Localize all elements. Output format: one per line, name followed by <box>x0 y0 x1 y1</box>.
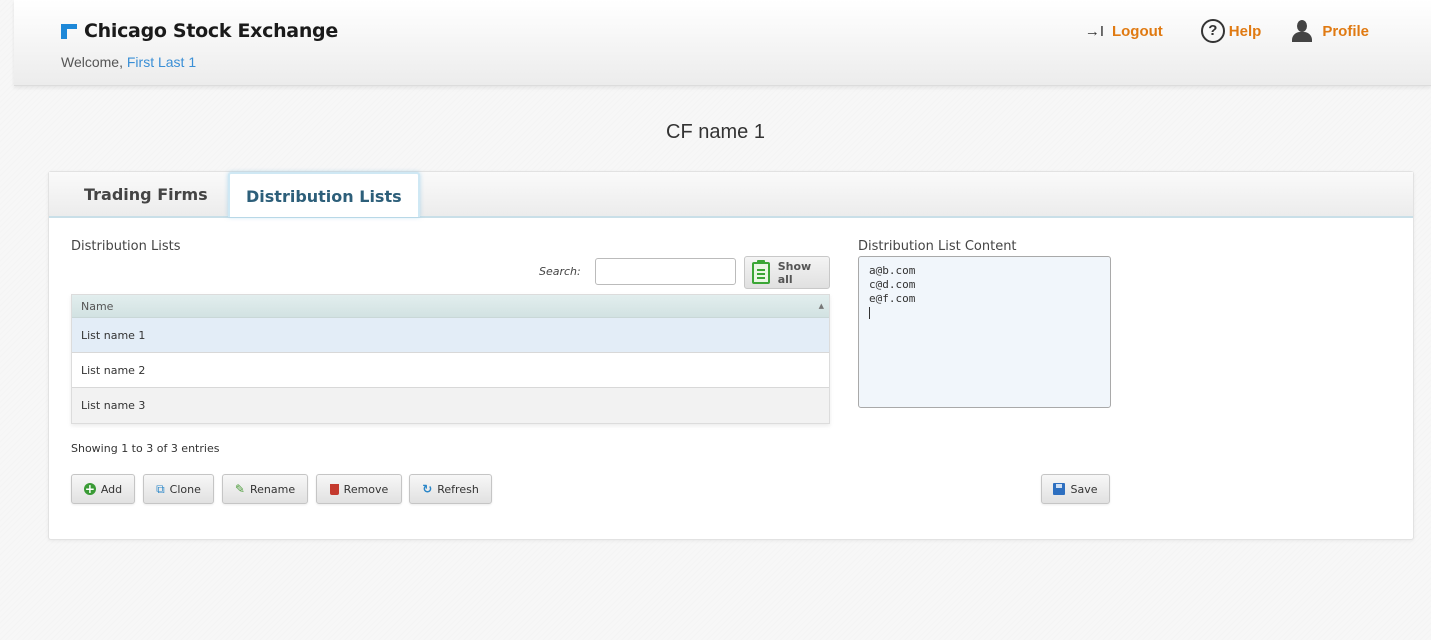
table-info: Showing 1 to 3 of 3 entries <box>71 442 220 455</box>
table-row[interactable]: List name 1 <box>72 318 829 353</box>
tab-distribution-lists[interactable]: Distribution Lists <box>228 172 420 217</box>
plus-circle-icon: + <box>83 482 96 496</box>
distribution-list-content-heading: Distribution List Content <box>858 239 1017 254</box>
search-label: Search: <box>539 265 581 278</box>
copy-icon: ⧉ <box>156 482 165 496</box>
header-links: →I Logout ? Help Profile <box>1085 19 1369 43</box>
help-icon: ? <box>1200 19 1225 43</box>
clone-button[interactable]: ⧉ Clone <box>143 474 214 504</box>
main-panel: Trading Firms Distribution Lists Distrib… <box>48 171 1414 540</box>
help-link[interactable]: ? Help <box>1200 19 1262 43</box>
logout-icon: →I <box>1084 22 1104 40</box>
tab-bar: Trading Firms Distribution Lists <box>49 172 1413 218</box>
add-label: Add <box>100 482 123 496</box>
table-row[interactable]: List name 2 <box>72 353 829 388</box>
clone-label: Clone <box>169 482 201 496</box>
help-label: Help <box>1228 22 1262 40</box>
content-line: e@f.com <box>869 292 916 305</box>
save-icon <box>1053 483 1066 495</box>
logo-mark-icon <box>61 23 77 39</box>
user-name-link[interactable]: First Last 1 <box>127 54 196 70</box>
distribution-list-content-textarea[interactable]: a@b.com c@d.com e@f.com <box>858 256 1111 408</box>
distribution-lists-heading: Distribution Lists <box>71 239 181 254</box>
save-label: Save <box>1070 482 1098 496</box>
sort-ascending-icon: ▲ <box>818 302 824 310</box>
profile-link[interactable]: Profile <box>1291 20 1369 42</box>
trash-icon <box>329 483 339 495</box>
column-header-name[interactable]: Name ▲ <box>72 295 829 318</box>
refresh-label: Refresh <box>437 482 479 496</box>
logo[interactable]: Chicago Stock Exchange <box>61 20 338 42</box>
rename-button[interactable]: ✎ Rename <box>222 474 308 504</box>
welcome-prefix: Welcome, <box>61 54 127 70</box>
refresh-icon: ↻ <box>422 482 433 496</box>
text-caret <box>869 307 870 319</box>
table-row[interactable]: List name 3 <box>72 388 829 423</box>
welcome-message: Welcome, First Last 1 <box>61 54 196 70</box>
add-button[interactable]: + Add <box>71 474 135 504</box>
search-input[interactable] <box>595 258 736 285</box>
profile-label: Profile <box>1322 22 1369 40</box>
show-all-button[interactable]: Show all <box>744 256 830 289</box>
content-line: a@b.com <box>869 264 916 277</box>
page-title: CF name 1 <box>666 121 765 143</box>
refresh-button[interactable]: ↻ Refresh <box>409 474 492 504</box>
edit-icon: ✎ <box>234 482 245 496</box>
tab-trading-firms[interactable]: Trading Firms <box>84 172 208 218</box>
logout-link[interactable]: →I Logout <box>1085 23 1163 40</box>
column-header-label: Name <box>81 300 114 313</box>
show-all-label: Show all <box>777 259 812 286</box>
clipboard-icon <box>752 259 770 284</box>
remove-label: Remove <box>343 482 389 496</box>
content-line: c@d.com <box>869 278 916 291</box>
user-icon <box>1291 20 1313 42</box>
distribution-lists-table: Name ▲ List name 1 List name 2 List name… <box>71 294 830 424</box>
save-button[interactable]: Save <box>1041 474 1110 504</box>
app-header: Chicago Stock Exchange Welcome, First La… <box>14 0 1431 86</box>
rename-label: Rename <box>249 482 296 496</box>
logout-label: Logout <box>1111 22 1163 40</box>
remove-button[interactable]: Remove <box>316 474 402 504</box>
logo-text: Chicago Stock Exchange <box>84 20 338 42</box>
